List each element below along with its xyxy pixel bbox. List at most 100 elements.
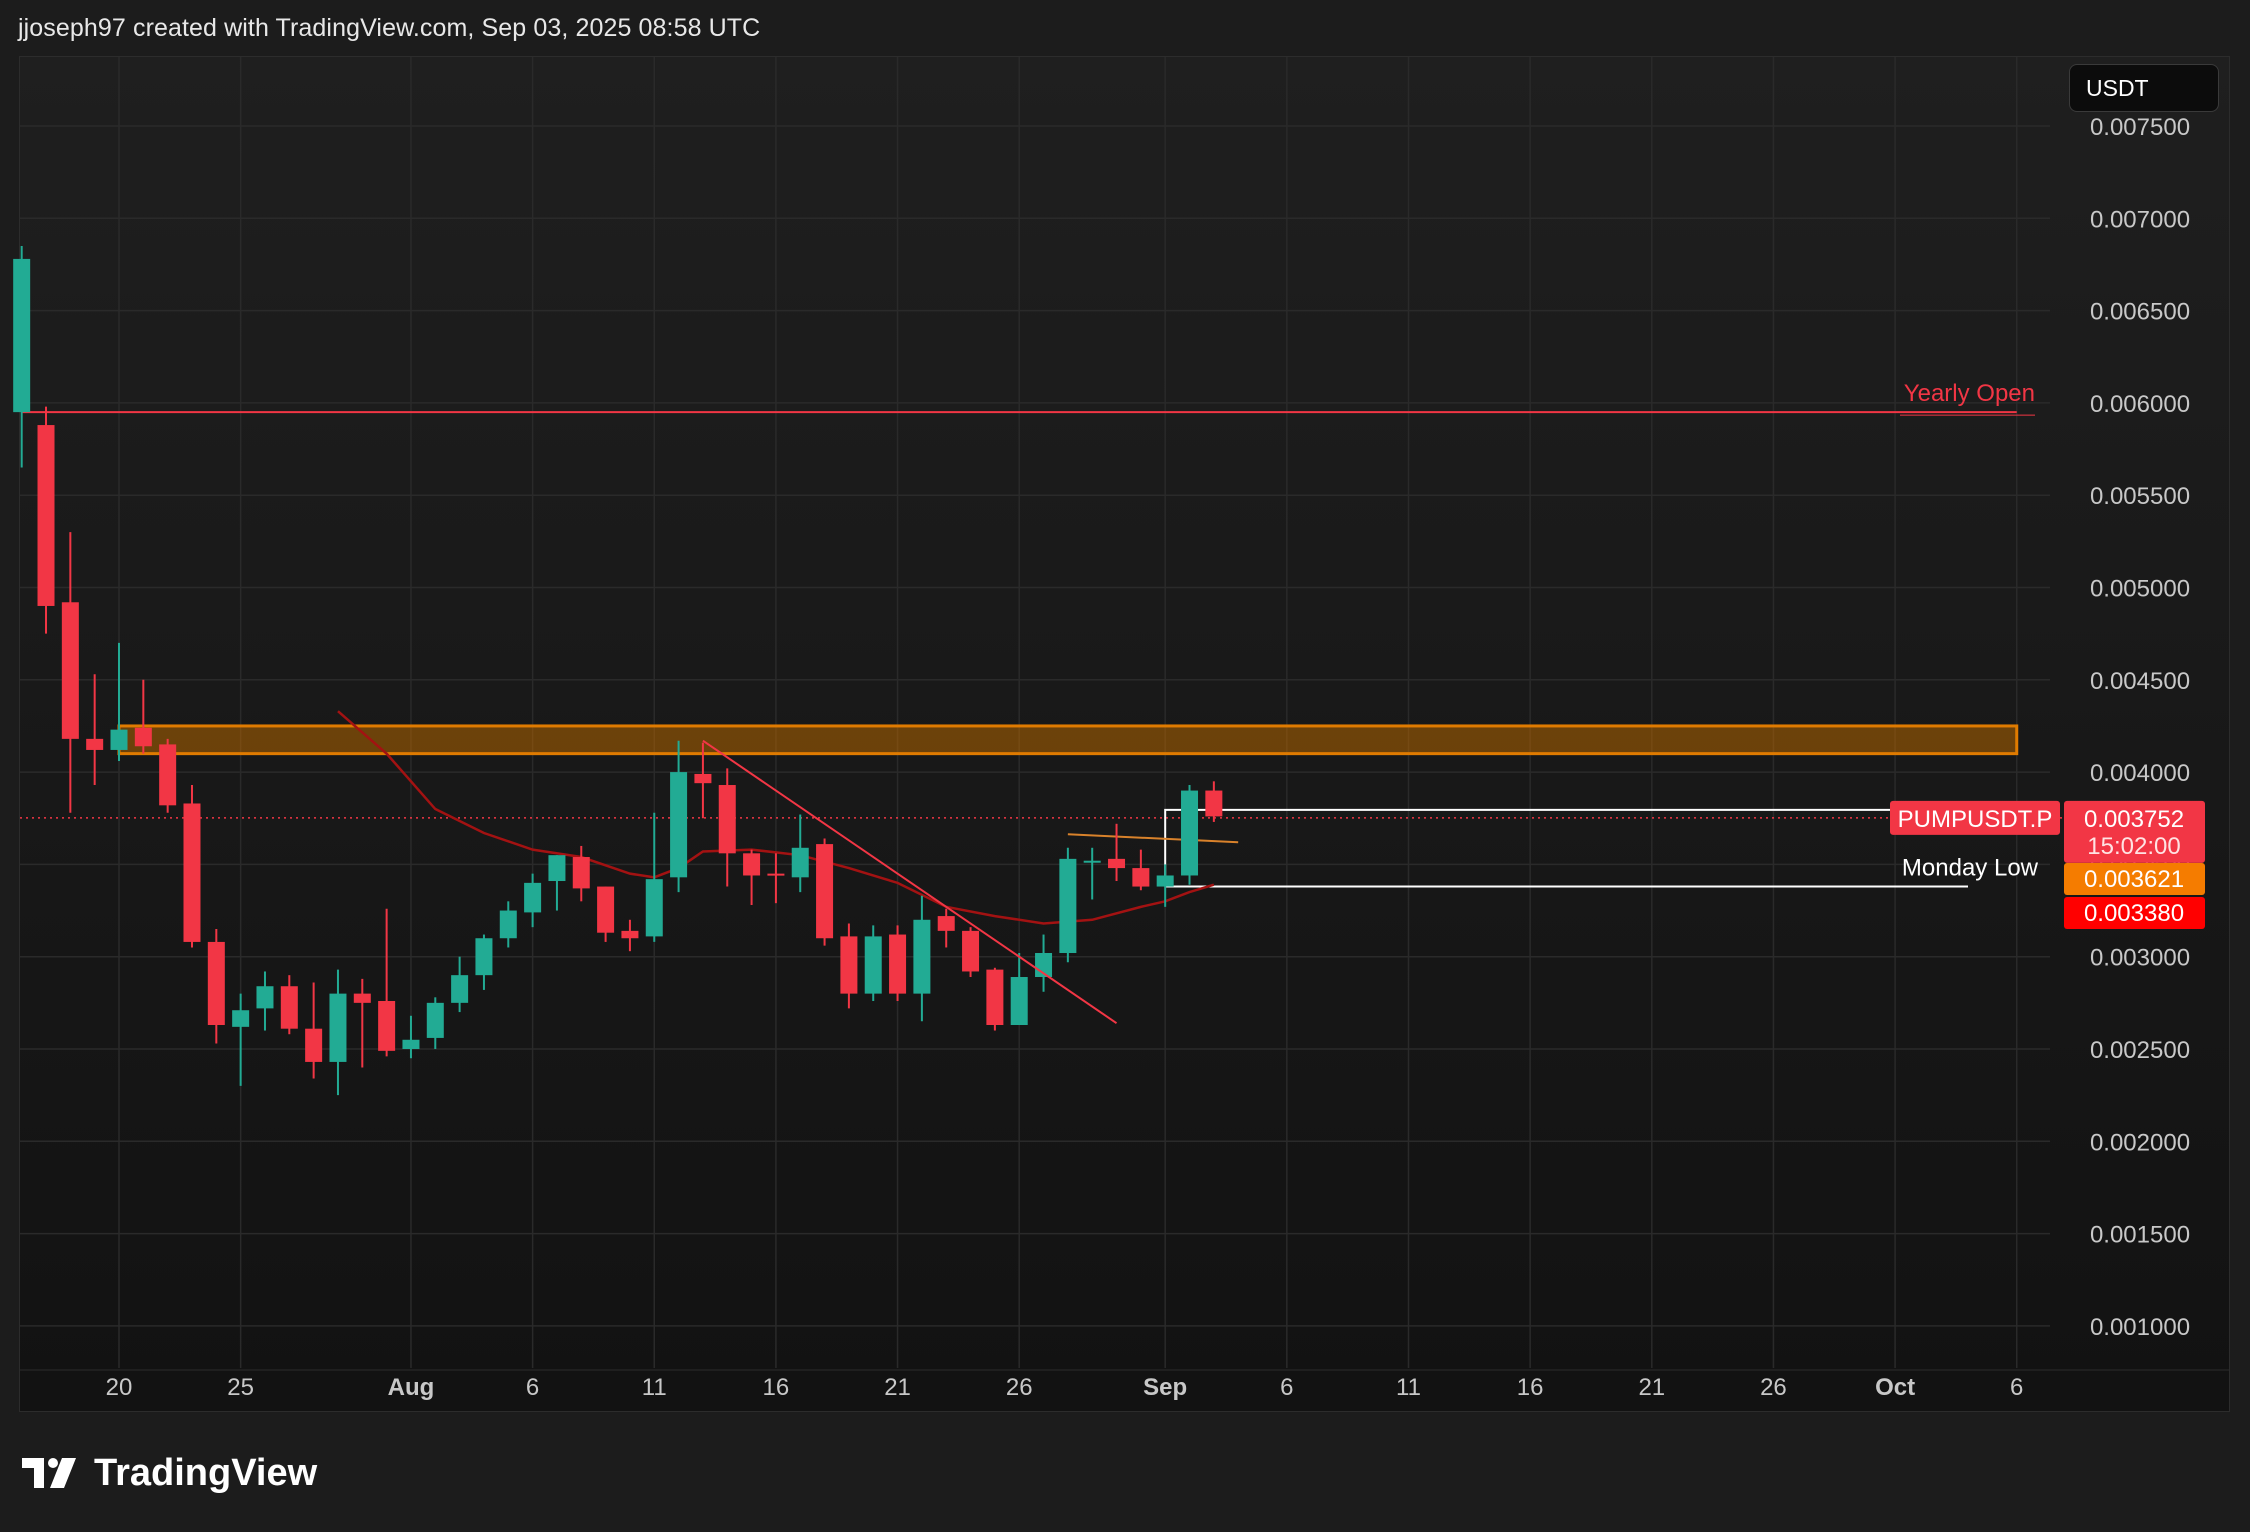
time-tick-label[interactable]: 11 bbox=[1396, 1374, 1421, 1401]
candle[interactable] bbox=[597, 886, 615, 942]
yearly-open-label: Yearly Open bbox=[1904, 380, 2035, 407]
tradingview-logo[interactable]: TradingView bbox=[22, 1448, 317, 1498]
time-tick-label[interactable]: 26 bbox=[1760, 1374, 1787, 1401]
candle[interactable] bbox=[159, 738, 177, 813]
candle[interactable] bbox=[378, 908, 396, 1057]
candle[interactable] bbox=[1181, 785, 1199, 885]
candle[interactable] bbox=[791, 814, 809, 893]
price-tick-label[interactable]: 0.006500 bbox=[2090, 299, 2190, 326]
candle-body bbox=[61, 602, 79, 739]
candle[interactable] bbox=[451, 956, 469, 1013]
time-tick-label[interactable]: 6 bbox=[2010, 1374, 2023, 1401]
candle[interactable] bbox=[718, 768, 736, 887]
candle-body bbox=[329, 993, 347, 1062]
candle-body bbox=[864, 936, 882, 994]
candle[interactable] bbox=[840, 923, 858, 1009]
candle-body bbox=[475, 938, 493, 976]
trendline[interactable] bbox=[702, 739, 1118, 1024]
candle[interactable] bbox=[499, 901, 517, 948]
price-tick-label[interactable]: 0.007500 bbox=[2090, 114, 2190, 141]
candle[interactable] bbox=[621, 919, 639, 952]
candle[interactable] bbox=[864, 925, 882, 1002]
time-tick-label[interactable]: 26 bbox=[1006, 1374, 1033, 1401]
price-tick-label[interactable]: 0.007000 bbox=[2090, 206, 2190, 233]
time-tick-label[interactable]: 6 bbox=[1280, 1374, 1293, 1401]
candle[interactable] bbox=[256, 971, 274, 1031]
candle-body bbox=[134, 727, 152, 747]
price-tick-label[interactable]: 0.004000 bbox=[2090, 760, 2190, 787]
price-axis[interactable]: 0.007500 0.007000 0.006500 0.006000 0.005500… bbox=[2090, 114, 2190, 1341]
candle[interactable] bbox=[134, 679, 152, 754]
candle[interactable] bbox=[1035, 934, 1053, 992]
price-tick-label[interactable]: 0.002500 bbox=[2090, 1037, 2190, 1064]
price-tick-label[interactable]: 0.001500 bbox=[2090, 1222, 2190, 1249]
candle[interactable] bbox=[670, 740, 688, 893]
candle[interactable] bbox=[402, 1015, 420, 1059]
candle-body bbox=[524, 882, 542, 913]
candle[interactable] bbox=[183, 785, 201, 948]
price-tick-label[interactable]: 0.001000 bbox=[2090, 1314, 2190, 1341]
candle[interactable] bbox=[913, 895, 931, 1022]
candle[interactable] bbox=[207, 929, 225, 1044]
time-tick-label[interactable]: 25 bbox=[227, 1374, 254, 1401]
time-tick-label[interactable]: Sep bbox=[1143, 1374, 1187, 1401]
candle[interactable] bbox=[548, 855, 566, 911]
downtrend-line[interactable] bbox=[702, 739, 1118, 1024]
candle[interactable] bbox=[37, 406, 55, 634]
candle[interactable] bbox=[110, 642, 128, 762]
candle[interactable] bbox=[962, 927, 980, 978]
candle[interactable] bbox=[13, 245, 31, 468]
candle[interactable] bbox=[86, 674, 104, 786]
candle[interactable] bbox=[1132, 849, 1150, 891]
currency-button[interactable]: USDT bbox=[2069, 64, 2219, 112]
candle[interactable] bbox=[1205, 781, 1223, 822]
candle-body bbox=[621, 930, 639, 939]
candle-body bbox=[426, 1002, 444, 1038]
time-axis[interactable]: 20 25 Aug 6 11 16 21 26 Sep 6 11 16 21 26 Oct 6 bbox=[20, 1369, 2230, 1401]
candle[interactable] bbox=[767, 853, 785, 904]
candle[interactable] bbox=[61, 532, 79, 813]
price-tick-label[interactable]: 0.006000 bbox=[2090, 391, 2190, 418]
candle[interactable] bbox=[280, 975, 298, 1035]
candle[interactable] bbox=[475, 934, 493, 990]
time-tick-label[interactable]: 21 bbox=[1638, 1374, 1665, 1401]
price-tick-label[interactable]: 0.005500 bbox=[2090, 483, 2190, 510]
candle[interactable] bbox=[1010, 953, 1028, 1026]
tradingview-wordmark: TradingView bbox=[94, 1451, 318, 1494]
candle[interactable] bbox=[353, 978, 371, 1068]
candle[interactable] bbox=[232, 993, 250, 1086]
candlesticks[interactable] bbox=[13, 245, 1223, 1096]
price-tick-label[interactable]: 0.005000 bbox=[2090, 576, 2190, 603]
candle[interactable] bbox=[426, 997, 444, 1049]
time-tick-label[interactable]: 16 bbox=[1517, 1374, 1544, 1401]
time-tick-label[interactable]: Aug bbox=[388, 1374, 435, 1401]
candle[interactable] bbox=[1156, 864, 1174, 907]
candle[interactable] bbox=[986, 967, 1004, 1031]
price-tick-label[interactable]: 0.002000 bbox=[2090, 1129, 2190, 1156]
time-tick-label[interactable]: 6 bbox=[526, 1374, 539, 1401]
candle[interactable] bbox=[937, 908, 955, 948]
candle-body bbox=[694, 773, 712, 784]
candle-body bbox=[451, 975, 469, 1003]
candle[interactable] bbox=[1083, 847, 1101, 900]
price-chart[interactable]: Yearly OpenMonday Low 0.0075000.0070000.… bbox=[0, 0, 2250, 1532]
price-tick-label[interactable]: 0.004500 bbox=[2090, 668, 2190, 695]
time-tick-label[interactable]: 21 bbox=[884, 1374, 911, 1401]
time-tick-label[interactable]: 11 bbox=[642, 1374, 667, 1401]
grid-lines bbox=[20, 57, 2050, 1368]
price-tick-label[interactable]: 0.003000 bbox=[2090, 945, 2190, 972]
candle[interactable] bbox=[572, 845, 590, 902]
resistance-zone-box bbox=[117, 724, 2019, 756]
candle[interactable] bbox=[329, 969, 347, 1096]
time-tick-label[interactable]: 16 bbox=[763, 1374, 790, 1401]
symbol-label: PUMPUSDT.P bbox=[1890, 800, 2060, 835]
candle[interactable] bbox=[1059, 847, 1077, 963]
candle[interactable] bbox=[305, 982, 323, 1079]
candle[interactable] bbox=[816, 838, 834, 946]
time-tick-label[interactable]: 20 bbox=[106, 1374, 133, 1401]
candle[interactable] bbox=[524, 873, 542, 928]
candle[interactable] bbox=[743, 849, 761, 906]
candle[interactable] bbox=[889, 925, 907, 1002]
time-tick-label[interactable]: Oct bbox=[1875, 1374, 1915, 1401]
candle[interactable] bbox=[1108, 823, 1126, 882]
